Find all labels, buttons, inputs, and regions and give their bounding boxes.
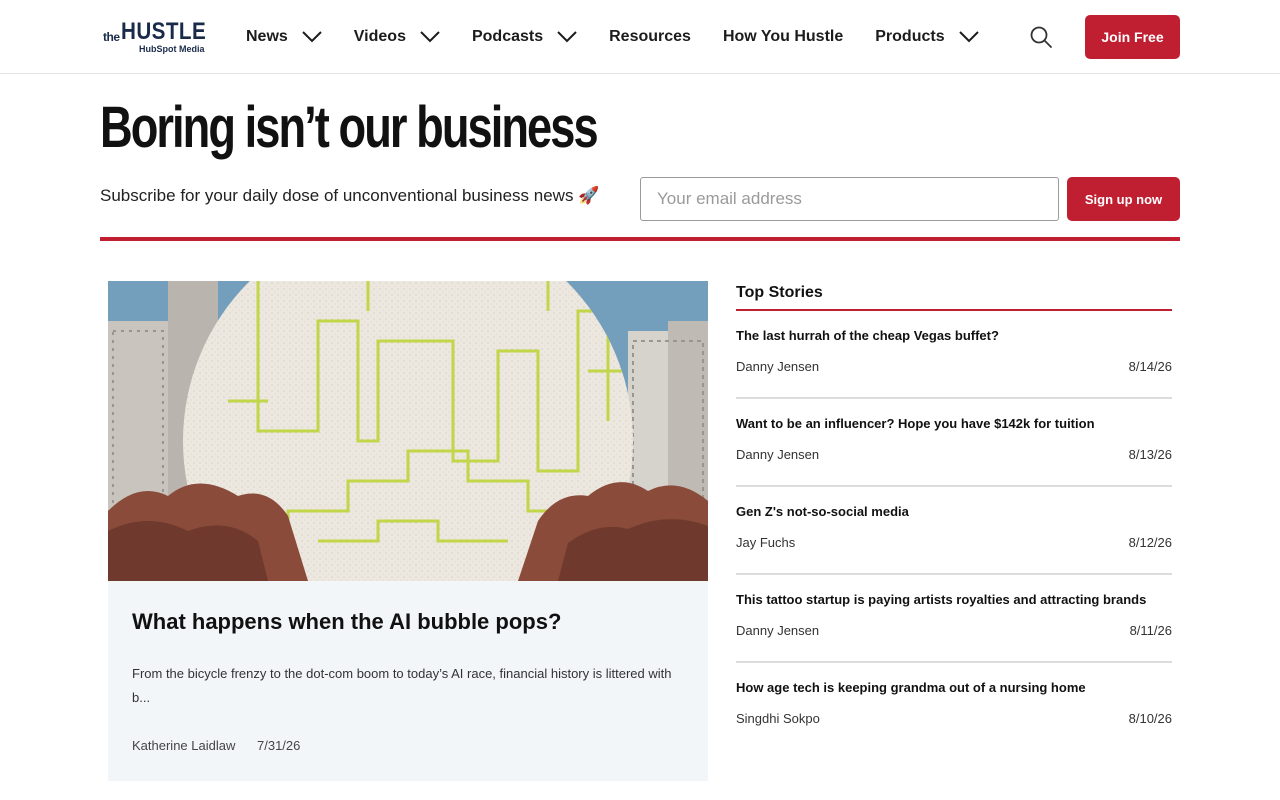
nav-videos[interactable]: Videos: [354, 28, 440, 46]
feature-excerpt: From the bicycle frenzy to the dot-com b…: [132, 666, 672, 705]
nav-podcasts[interactable]: Podcasts: [472, 28, 577, 46]
site-header: the HUSTLE HubSpot Media News Videos Pod…: [0, 0, 1280, 74]
main-nav: News Videos Podcasts Resources How You H…: [246, 0, 979, 74]
feature-image[interactable]: [108, 281, 708, 581]
search-icon[interactable]: [1029, 25, 1053, 49]
join-free-button[interactable]: Join Free: [1085, 15, 1180, 59]
nav-label: Resources: [609, 28, 691, 45]
feature-author[interactable]: Katherine Laidlaw: [132, 738, 235, 753]
feature-date: 7/31/26: [257, 738, 301, 753]
story-author[interactable]: Danny Jensen: [736, 359, 819, 374]
story-title[interactable]: Want to be an influencer? Hope you have …: [736, 416, 1095, 431]
section-divider: [100, 237, 1180, 241]
nav-label: How You Hustle: [722, 28, 844, 45]
story-date: 8/12/26: [1128, 535, 1172, 550]
story-author[interactable]: Singdhi Sokpo: [736, 711, 820, 726]
nav-news[interactable]: News: [246, 28, 322, 46]
story-item[interactable]: The last hurrah of the cheap Vegas buffe…: [736, 311, 1172, 399]
story-item[interactable]: This tattoo startup is paying artists ro…: [736, 575, 1172, 663]
nav-label: Products: [875, 28, 945, 45]
story-author[interactable]: Danny Jensen: [736, 623, 819, 638]
nav-resources[interactable]: Resources: [609, 28, 691, 46]
logo-brand: HUSTLE: [121, 18, 207, 45]
chevron-down-icon: [420, 31, 440, 43]
story-title[interactable]: The last hurrah of the cheap Vegas buffe…: [736, 328, 999, 343]
chevron-down-icon: [557, 31, 577, 43]
logo-subtitle: HubSpot Media: [139, 44, 205, 54]
top-stories-heading: Top Stories: [736, 284, 1172, 311]
story-date: 8/11/26: [1129, 623, 1172, 638]
story-title[interactable]: How age tech is keeping grandma out of a…: [736, 680, 1086, 695]
story-author[interactable]: Danny Jensen: [736, 447, 819, 462]
story-title[interactable]: This tattoo startup is paying artists ro…: [736, 592, 1146, 607]
nav-how-you-hustle[interactable]: How You Hustle: [723, 28, 843, 46]
nav-label: News: [246, 28, 288, 45]
sign-up-button[interactable]: Sign up now: [1067, 177, 1180, 221]
feature-article-card[interactable]: What happens when the AI bubble pops? Fr…: [108, 281, 708, 781]
chevron-down-icon: [958, 31, 979, 43]
story-item[interactable]: Gen Z's not-so-social media Jay Fuchs 8/…: [736, 487, 1172, 575]
story-item[interactable]: Want to be an influencer? Hope you have …: [736, 399, 1172, 487]
top-stories: Top Stories The last hurrah of the cheap…: [736, 284, 1172, 751]
nav-products[interactable]: Products: [875, 28, 979, 46]
story-author[interactable]: Jay Fuchs: [736, 535, 795, 550]
page-headline: Boring isn’t our business: [100, 95, 599, 160]
feature-title[interactable]: What happens when the AI bubble pops?: [132, 609, 561, 635]
subscribe-tagline: Subscribe for your daily dose of unconve…: [100, 186, 600, 205]
story-date: 8/14/26: [1128, 359, 1172, 374]
chevron-down-icon: [302, 31, 322, 43]
story-date: 8/13/26: [1128, 447, 1172, 462]
story-item[interactable]: How age tech is keeping grandma out of a…: [736, 663, 1172, 751]
hustle-logo[interactable]: the HUSTLE HubSpot Media: [103, 18, 207, 56]
story-date: 8/10/26: [1128, 711, 1172, 726]
feature-illustration: [108, 281, 708, 581]
story-title[interactable]: Gen Z's not-so-social media: [736, 504, 909, 519]
nav-label: Videos: [353, 28, 406, 45]
logo-the: the: [103, 30, 120, 44]
nav-label: Podcasts: [471, 28, 544, 45]
email-input[interactable]: [640, 177, 1059, 221]
